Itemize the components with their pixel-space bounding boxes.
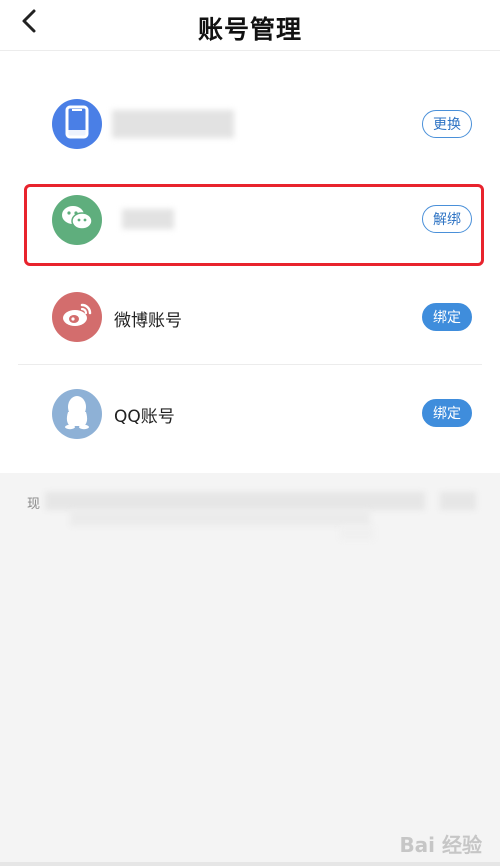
bottom-edge xyxy=(0,862,500,866)
redacted-note-line-3 xyxy=(340,526,374,540)
qq-penguin-icon xyxy=(62,394,92,434)
weibo-icon xyxy=(61,301,93,333)
header-bar: 账号管理 xyxy=(0,0,500,51)
bind-qq-button[interactable]: 绑定 xyxy=(422,399,472,427)
redacted-phone-number xyxy=(112,110,234,138)
avatar-qq xyxy=(52,389,102,439)
redacted-note-line-1 xyxy=(45,492,425,510)
redacted-note-line-2 xyxy=(70,510,370,526)
account-label-weibo: 微博账号 xyxy=(114,311,182,331)
account-row-qq: QQ账号 绑定 xyxy=(0,365,500,461)
avatar-phone xyxy=(52,99,102,149)
highlight-box xyxy=(24,184,484,266)
account-label-qq: QQ账号 xyxy=(114,407,175,427)
redacted-note-line-1b xyxy=(440,492,476,510)
bind-weibo-button[interactable]: 绑定 xyxy=(422,303,472,331)
avatar-weibo xyxy=(52,292,102,342)
change-button[interactable]: 更换 xyxy=(422,110,472,138)
page-title: 账号管理 xyxy=(197,15,302,44)
note-text: 现 xyxy=(27,497,41,512)
account-row-phone: 更换 xyxy=(0,76,500,172)
watermark: Bai 经验 xyxy=(399,833,482,857)
phone-icon xyxy=(64,105,90,143)
account-row-weibo: 微博账号 绑定 xyxy=(0,269,500,365)
